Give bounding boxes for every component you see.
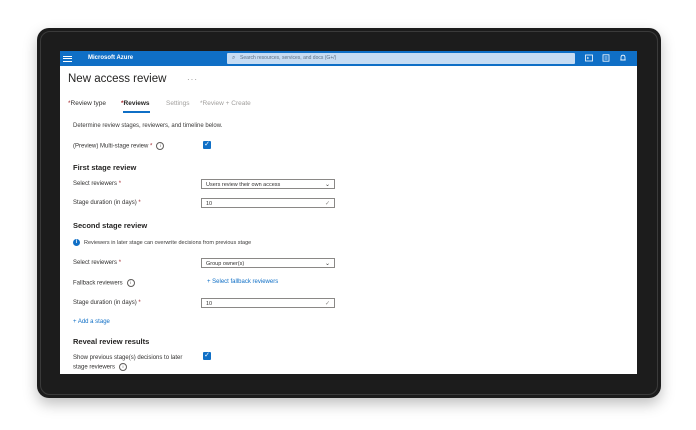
second-stage-duration-label: Stage duration (in days) *	[73, 300, 141, 306]
add-stage-link[interactable]: + Add a stage	[73, 319, 110, 325]
top-bar: Microsoft Azure ⌕ Search resources, serv…	[60, 51, 637, 66]
first-stage-reviewers-select[interactable]: Users review their own access ⌄	[201, 179, 335, 189]
reveal-results-heading: Reveal review results	[73, 337, 150, 346]
fallback-reviewers-label: Fallback reviewers i	[73, 279, 135, 287]
second-stage-duration-input[interactable]: 10 ✓	[201, 298, 335, 308]
first-stage-duration-label: Stage duration (in days) *	[73, 200, 141, 206]
tab-review-create[interactable]: *Review + Create	[200, 100, 251, 107]
tab-settings[interactable]: Settings	[166, 100, 190, 107]
main-content: New access review ··· *Review type *Revi…	[60, 66, 637, 374]
second-stage-reviewers-select[interactable]: Group owner(s) ⌄	[201, 258, 335, 268]
info-icon[interactable]: i	[119, 363, 128, 371]
select-fallback-reviewers-link[interactable]: + Select fallback reviewers	[207, 279, 278, 285]
valid-check-icon: ✓	[324, 201, 330, 207]
brand-label[interactable]: Microsoft Azure	[88, 55, 133, 61]
info-icon[interactable]: i	[156, 142, 165, 150]
multistage-label: (Preview) Multi-stage review * i	[73, 142, 165, 150]
notifications-icon[interactable]	[618, 54, 627, 63]
first-stage-heading: First stage review	[73, 163, 137, 172]
multistage-checkbox[interactable]: ✓	[203, 141, 211, 149]
tab-review-type[interactable]: *Review type	[68, 100, 106, 107]
chevron-down-icon: ⌄	[324, 261, 330, 267]
info-icon[interactable]: i	[126, 279, 135, 287]
reveal-results-checkbox[interactable]: ✓	[203, 352, 211, 360]
device-frame: Microsoft Azure ⌕ Search resources, serv…	[37, 28, 661, 398]
second-stage-reviewers-label: Select reviewers *	[73, 260, 122, 266]
screen: Microsoft Azure ⌕ Search resources, serv…	[60, 51, 637, 374]
page-title: New access review	[68, 73, 167, 85]
overwrite-notice: i Reviewers in later stage can overwrite …	[73, 239, 251, 246]
cloud-shell-icon[interactable]	[584, 54, 593, 63]
more-options-button[interactable]: ···	[187, 75, 198, 84]
first-stage-duration-input[interactable]: 10 ✓	[201, 198, 335, 208]
valid-check-icon: ✓	[324, 301, 330, 307]
intro-text: Determine review stages, reviewers, and …	[73, 123, 223, 129]
second-stage-heading: Second stage review	[73, 221, 148, 230]
first-stage-reviewers-label: Select reviewers *	[73, 181, 122, 187]
reveal-results-label: Show previous stage(s) decisions to late…	[73, 355, 183, 371]
search-icon: ⌕	[232, 55, 236, 61]
global-search-input[interactable]: ⌕ Search resources, services, and docs (…	[227, 53, 575, 64]
tab-reviews[interactable]: *Reviews	[121, 100, 150, 113]
menu-icon[interactable]	[63, 54, 72, 63]
chevron-down-icon: ⌄	[324, 182, 330, 188]
directory-filter-icon[interactable]	[601, 54, 610, 63]
search-placeholder: Search resources, services, and docs (G+…	[240, 55, 337, 61]
info-filled-icon: i	[73, 239, 80, 246]
